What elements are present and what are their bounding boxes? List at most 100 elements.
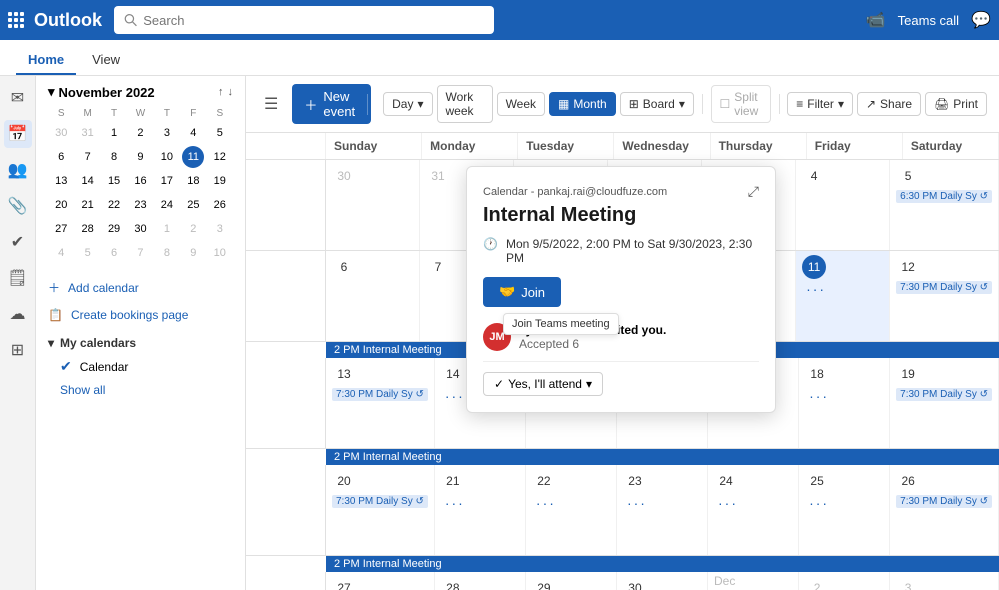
cal-day-num[interactable]: 30 <box>623 576 647 590</box>
mini-cal-day[interactable]: 10 <box>156 146 178 168</box>
mini-cal-day[interactable]: 1 <box>103 122 125 144</box>
tab-view[interactable]: View <box>80 46 132 75</box>
cal-day-num[interactable]: 22 <box>532 469 556 493</box>
mini-cal-day[interactable]: 17 <box>156 170 178 192</box>
sidebar-icon-mail[interactable]: ✉ <box>4 84 32 112</box>
cal-day-num[interactable]: 28 <box>441 576 465 590</box>
mini-cal-prev[interactable]: ↑ <box>218 86 224 98</box>
cal-day-num[interactable]: 29 <box>532 576 556 590</box>
search-input[interactable] <box>143 13 484 28</box>
event-bar[interactable]: 7:30 PM Daily Sy ↺ <box>896 281 992 294</box>
mini-cal-day[interactable]: 8 <box>103 146 125 168</box>
month-button[interactable]: ▦ Month <box>549 92 616 116</box>
new-event-button[interactable]: ＋ New event ▾ <box>292 84 371 124</box>
week-button[interactable]: Week <box>497 92 545 116</box>
mini-cal-day[interactable]: 21 <box>77 194 99 216</box>
waffle-icon[interactable] <box>8 12 24 28</box>
cal-day-num[interactable]: 27 <box>332 576 356 590</box>
mini-cal-day[interactable]: 30 <box>129 218 151 240</box>
full-event-bar[interactable]: 2 PM Internal Meeting <box>326 449 999 465</box>
sidebar-icon-attach[interactable]: 📎 <box>4 192 32 220</box>
cal-day-num[interactable]: 12 <box>896 255 920 279</box>
popup-expand-icon[interactable]: ⤢ <box>748 183 759 200</box>
mini-cal-day[interactable]: 6 <box>103 242 125 264</box>
event-bar[interactable]: 7:30 PM Daily Sy ↺ <box>332 388 428 401</box>
mini-cal-day[interactable]: 4 <box>182 122 204 144</box>
search-bar[interactable] <box>114 6 494 34</box>
new-event-main[interactable]: ＋ New event <box>292 84 367 124</box>
sidebar-icon-contacts[interactable]: 🗒 <box>4 264 32 292</box>
mini-cal-next[interactable]: ↓ <box>228 86 234 98</box>
cal-day-num[interactable]: 2 <box>805 576 829 590</box>
cal-day-num[interactable]: 21 <box>441 469 465 493</box>
mini-cal-day[interactable]: 9 <box>182 242 204 264</box>
mini-cal-collapse-icon[interactable]: ▾ <box>48 84 55 100</box>
cal-day-num[interactable]: 30 <box>332 164 356 188</box>
event-bar[interactable]: ··· <box>532 495 610 511</box>
mini-cal-today[interactable]: 11 <box>182 146 204 168</box>
mini-cal-day[interactable]: 27 <box>50 218 72 240</box>
mini-cal-day[interactable]: 6 <box>50 146 72 168</box>
mini-cal-day[interactable]: 3 <box>209 218 231 240</box>
mini-cal-day[interactable]: 29 <box>103 218 125 240</box>
print-button[interactable]: 🖨 Print <box>925 92 987 116</box>
event-bar[interactable]: 6:30 PM Daily Sy ↺ <box>896 190 992 203</box>
mini-cal-day[interactable]: 30 <box>50 122 72 144</box>
mini-cal-day[interactable]: 1 <box>156 218 178 240</box>
add-calendar-link[interactable]: ＋ Add calendar <box>36 273 245 302</box>
mini-cal-day[interactable]: 24 <box>156 194 178 216</box>
mini-cal-day[interactable]: 26 <box>209 194 231 216</box>
day-button[interactable]: Day ▾ <box>383 92 432 116</box>
mini-cal-day[interactable]: 12 <box>209 146 231 168</box>
board-button[interactable]: ⊞ Board ▾ <box>620 92 694 116</box>
mini-cal-day[interactable]: 23 <box>129 194 151 216</box>
rsvp-button[interactable]: ✓ Yes, I'll attend ▾ <box>483 372 603 396</box>
mini-cal-day[interactable]: 15 <box>103 170 125 192</box>
mini-cal-day[interactable]: 14 <box>77 170 99 192</box>
event-bar[interactable]: ··· <box>805 388 883 404</box>
cal-day-num[interactable]: 25 <box>805 469 829 493</box>
cal-day-num[interactable]: 24 <box>714 469 738 493</box>
sidebar-icon-cloud[interactable]: ☁ <box>4 300 32 328</box>
mini-cal-day[interactable]: 25 <box>182 194 204 216</box>
hamburger-button[interactable]: ☰ <box>258 90 284 118</box>
filter-button[interactable]: ≡ Filter ▾ <box>787 92 853 116</box>
cal-day-num[interactable]: 13 <box>332 362 356 386</box>
cal-day-num[interactable]: 7 <box>426 255 450 279</box>
event-bar[interactable]: ··· <box>623 495 701 511</box>
bookings-link[interactable]: 📋 Create bookings page <box>36 302 245 328</box>
event-bar[interactable]: 7:30 PM Daily Sy ↺ <box>896 388 992 401</box>
my-calendars-section[interactable]: ▾ My calendars <box>36 328 245 354</box>
mini-cal-day[interactable]: 20 <box>50 194 72 216</box>
cal-day-num[interactable]: 23 <box>623 469 647 493</box>
video-icon[interactable]: 📹 <box>866 10 886 30</box>
cal-day-num[interactable]: 19 <box>896 362 920 386</box>
mini-cal-day[interactable]: 7 <box>77 146 99 168</box>
cal-day-num[interactable]: 26 <box>896 469 920 493</box>
work-week-button[interactable]: Work week <box>437 85 493 123</box>
mini-cal-day[interactable]: 31 <box>77 122 99 144</box>
cal-day-num-today[interactable]: 11 <box>802 255 826 279</box>
show-all-link[interactable]: Show all <box>36 379 245 401</box>
mini-cal-day[interactable]: 8 <box>156 242 178 264</box>
popup-join-button[interactable]: 🤝 Join <box>483 277 561 307</box>
mini-cal-day[interactable]: 18 <box>182 170 204 192</box>
mini-cal-day[interactable]: 13 <box>50 170 72 192</box>
cal-day-num[interactable]: Dec 1 <box>714 576 738 590</box>
event-bar[interactable]: ··· <box>805 495 883 511</box>
mini-cal-day[interactable]: 16 <box>129 170 151 192</box>
cal-day-num[interactable]: 18 <box>805 362 829 386</box>
mini-cal-day[interactable]: 2 <box>129 122 151 144</box>
mini-cal-day[interactable]: 28 <box>77 218 99 240</box>
event-bar[interactable]: ··· <box>441 495 519 511</box>
mini-cal-day[interactable]: 3 <box>156 122 178 144</box>
sidebar-icon-check[interactable]: ✔ <box>4 228 32 256</box>
mini-cal-day[interactable]: 10 <box>209 242 231 264</box>
cal-day-num[interactable]: 14 <box>441 362 465 386</box>
cal-day-num[interactable]: 4 <box>802 164 826 188</box>
mini-cal-day[interactable]: 7 <box>129 242 151 264</box>
sidebar-icon-apps[interactable]: ⊞ <box>4 336 32 364</box>
new-event-chevron[interactable]: ▾ <box>367 94 371 115</box>
mini-cal-day[interactable]: 4 <box>50 242 72 264</box>
sidebar-icon-people[interactable]: 👥 <box>4 156 32 184</box>
